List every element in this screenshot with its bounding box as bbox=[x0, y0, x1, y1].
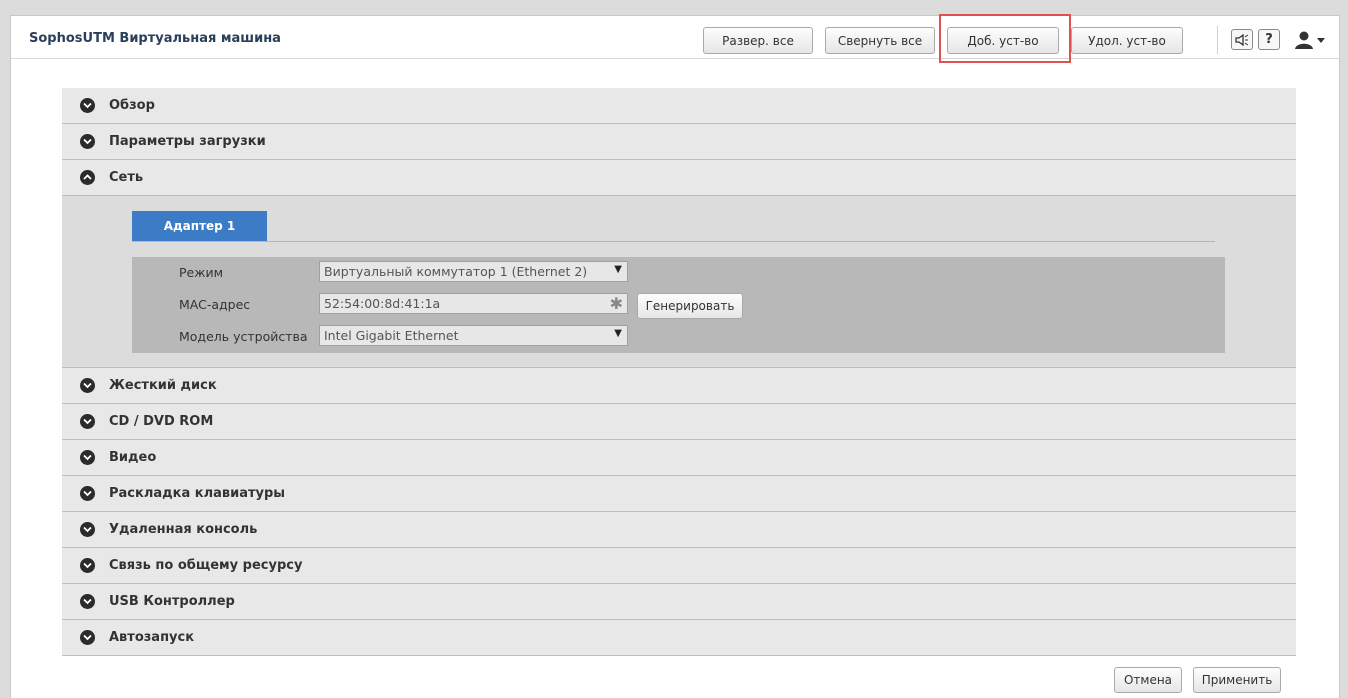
section-video[interactable]: Видео bbox=[62, 440, 1296, 476]
cancel-button[interactable]: Отмена bbox=[1114, 667, 1182, 693]
section-label: Автозапуск bbox=[109, 630, 195, 645]
chevron-down-icon bbox=[80, 450, 95, 465]
tab-adapter-1[interactable]: Адаптер 1 bbox=[132, 211, 267, 241]
chevron-down-icon bbox=[80, 378, 95, 393]
help-icon[interactable]: ? bbox=[1258, 29, 1280, 50]
section-cdrom[interactable]: CD / DVD ROM bbox=[62, 404, 1296, 440]
user-icon bbox=[1295, 31, 1313, 49]
apply-button[interactable]: Применить bbox=[1193, 667, 1281, 693]
chevron-down-icon bbox=[80, 558, 95, 573]
section-hdd[interactable]: Жесткий диск bbox=[62, 368, 1296, 404]
model-select[interactable]: Intel Gigabit Ethernet ▼ bbox=[319, 325, 628, 346]
chevron-down-icon bbox=[80, 134, 95, 149]
dropdown-arrow-icon: ▼ bbox=[614, 264, 622, 275]
settings-panel: Обзор Параметры загрузки Сеть Адаптер 1 … bbox=[62, 88, 1296, 656]
remove-device-button[interactable]: Удол. уст-во bbox=[1071, 27, 1183, 54]
section-boot[interactable]: Параметры загрузки bbox=[62, 124, 1296, 160]
mode-label: Режим bbox=[179, 265, 224, 280]
section-label: USB Контроллер bbox=[109, 594, 235, 609]
adapter-tabs: Адаптер 1 bbox=[132, 211, 1215, 242]
model-label: Модель устройства bbox=[179, 329, 308, 344]
speaker-icon[interactable] bbox=[1231, 29, 1253, 50]
mac-value: 52:54:00:8d:41:1a bbox=[324, 296, 441, 311]
generate-mac-button[interactable]: Генерировать bbox=[637, 293, 743, 319]
collapse-all-button[interactable]: Свернуть все bbox=[825, 27, 935, 54]
section-label: Раскладка клавиатуры bbox=[109, 486, 286, 501]
section-label: Обзор bbox=[109, 98, 155, 113]
toolbar-divider bbox=[1217, 26, 1218, 54]
network-content: Адаптер 1 Режим Виртуальный коммутатор 1… bbox=[62, 196, 1296, 368]
adapter-form: Режим Виртуальный коммутатор 1 (Ethernet… bbox=[132, 257, 1225, 353]
mode-value: Виртуальный коммутатор 1 (Ethernet 2) bbox=[324, 264, 588, 279]
dropdown-arrow-icon: ▼ bbox=[614, 328, 622, 339]
mac-address-input[interactable]: 52:54:00:8d:41:1a ✱ bbox=[319, 293, 628, 314]
section-label: Сеть bbox=[109, 170, 144, 185]
title-bar: SophosUTM Виртуальная машина Развер. все… bbox=[11, 14, 1339, 63]
section-autostart[interactable]: Автозапуск bbox=[62, 620, 1296, 656]
section-remote-console[interactable]: Удаленная консоль bbox=[62, 512, 1296, 548]
window-title: SophosUTM Виртуальная машина bbox=[29, 31, 281, 46]
section-label: Параметры загрузки bbox=[109, 134, 266, 149]
user-menu[interactable] bbox=[1294, 28, 1328, 52]
expand-all-button[interactable]: Развер. все bbox=[703, 27, 813, 54]
section-network[interactable]: Сеть bbox=[62, 160, 1296, 196]
section-label: Удаленная консоль bbox=[109, 522, 258, 537]
section-overview[interactable]: Обзор bbox=[62, 88, 1296, 124]
chevron-down-icon bbox=[80, 98, 95, 113]
section-usb[interactable]: USB Контроллер bbox=[62, 584, 1296, 620]
chevron-up-icon bbox=[80, 170, 95, 185]
chevron-down-icon bbox=[80, 594, 95, 609]
section-keyboard[interactable]: Раскладка клавиатуры bbox=[62, 476, 1296, 512]
section-label: Жесткий диск bbox=[109, 378, 217, 393]
required-asterisk-icon: ✱ bbox=[609, 294, 623, 313]
highlight-box bbox=[939, 14, 1071, 63]
mode-select[interactable]: Виртуальный коммутатор 1 (Ethernet 2) ▼ bbox=[319, 261, 628, 282]
vm-settings-window: SophosUTM Виртуальная машина Развер. все… bbox=[10, 14, 1340, 698]
chevron-down-icon bbox=[80, 522, 95, 537]
caret-down-icon bbox=[1317, 38, 1325, 43]
section-label: CD / DVD ROM bbox=[109, 414, 214, 429]
section-label: Видео bbox=[109, 450, 157, 465]
section-label: Связь по общему ресурсу bbox=[109, 558, 303, 573]
mac-label: MAC-адрес bbox=[179, 297, 251, 312]
chevron-down-icon bbox=[80, 414, 95, 429]
section-shared[interactable]: Связь по общему ресурсу bbox=[62, 548, 1296, 584]
chevron-down-icon bbox=[80, 630, 95, 645]
model-value: Intel Gigabit Ethernet bbox=[324, 328, 459, 343]
chevron-down-icon bbox=[80, 486, 95, 501]
